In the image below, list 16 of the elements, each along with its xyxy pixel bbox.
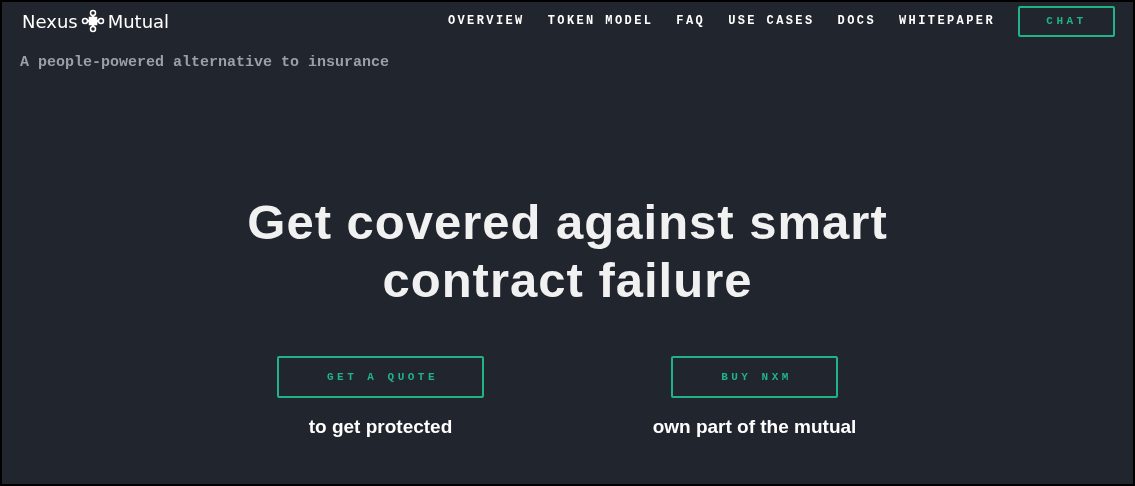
action-caption: own part of the mutual (652, 416, 857, 438)
action-caption: to get protected (308, 416, 453, 438)
logo-text[interactable]: Nexus (22, 10, 78, 32)
nav-link[interactable]: FAQ (676, 14, 706, 28)
logo-icon (80, 9, 105, 33)
action-button[interactable]: BUY NXM (671, 356, 838, 398)
nav-link[interactable]: WHITEPAPER (899, 14, 995, 28)
logo-text[interactable]: Mutual (107, 10, 170, 32)
nav-link[interactable]: TOKEN MODEL (547, 14, 654, 28)
nav-link[interactable]: OVERVIEW (447, 14, 525, 28)
headline: Get covered against smart contract failure (246, 194, 889, 309)
action-button[interactable]: GET A QUOTE (276, 356, 485, 398)
tagline: A people-powered alternative to insurance (19, 53, 391, 71)
nav-link[interactable]: USE CASES (728, 14, 815, 28)
chat-button[interactable]: CHAT (1018, 5, 1115, 37)
nav-link[interactable]: DOCS (837, 14, 876, 28)
